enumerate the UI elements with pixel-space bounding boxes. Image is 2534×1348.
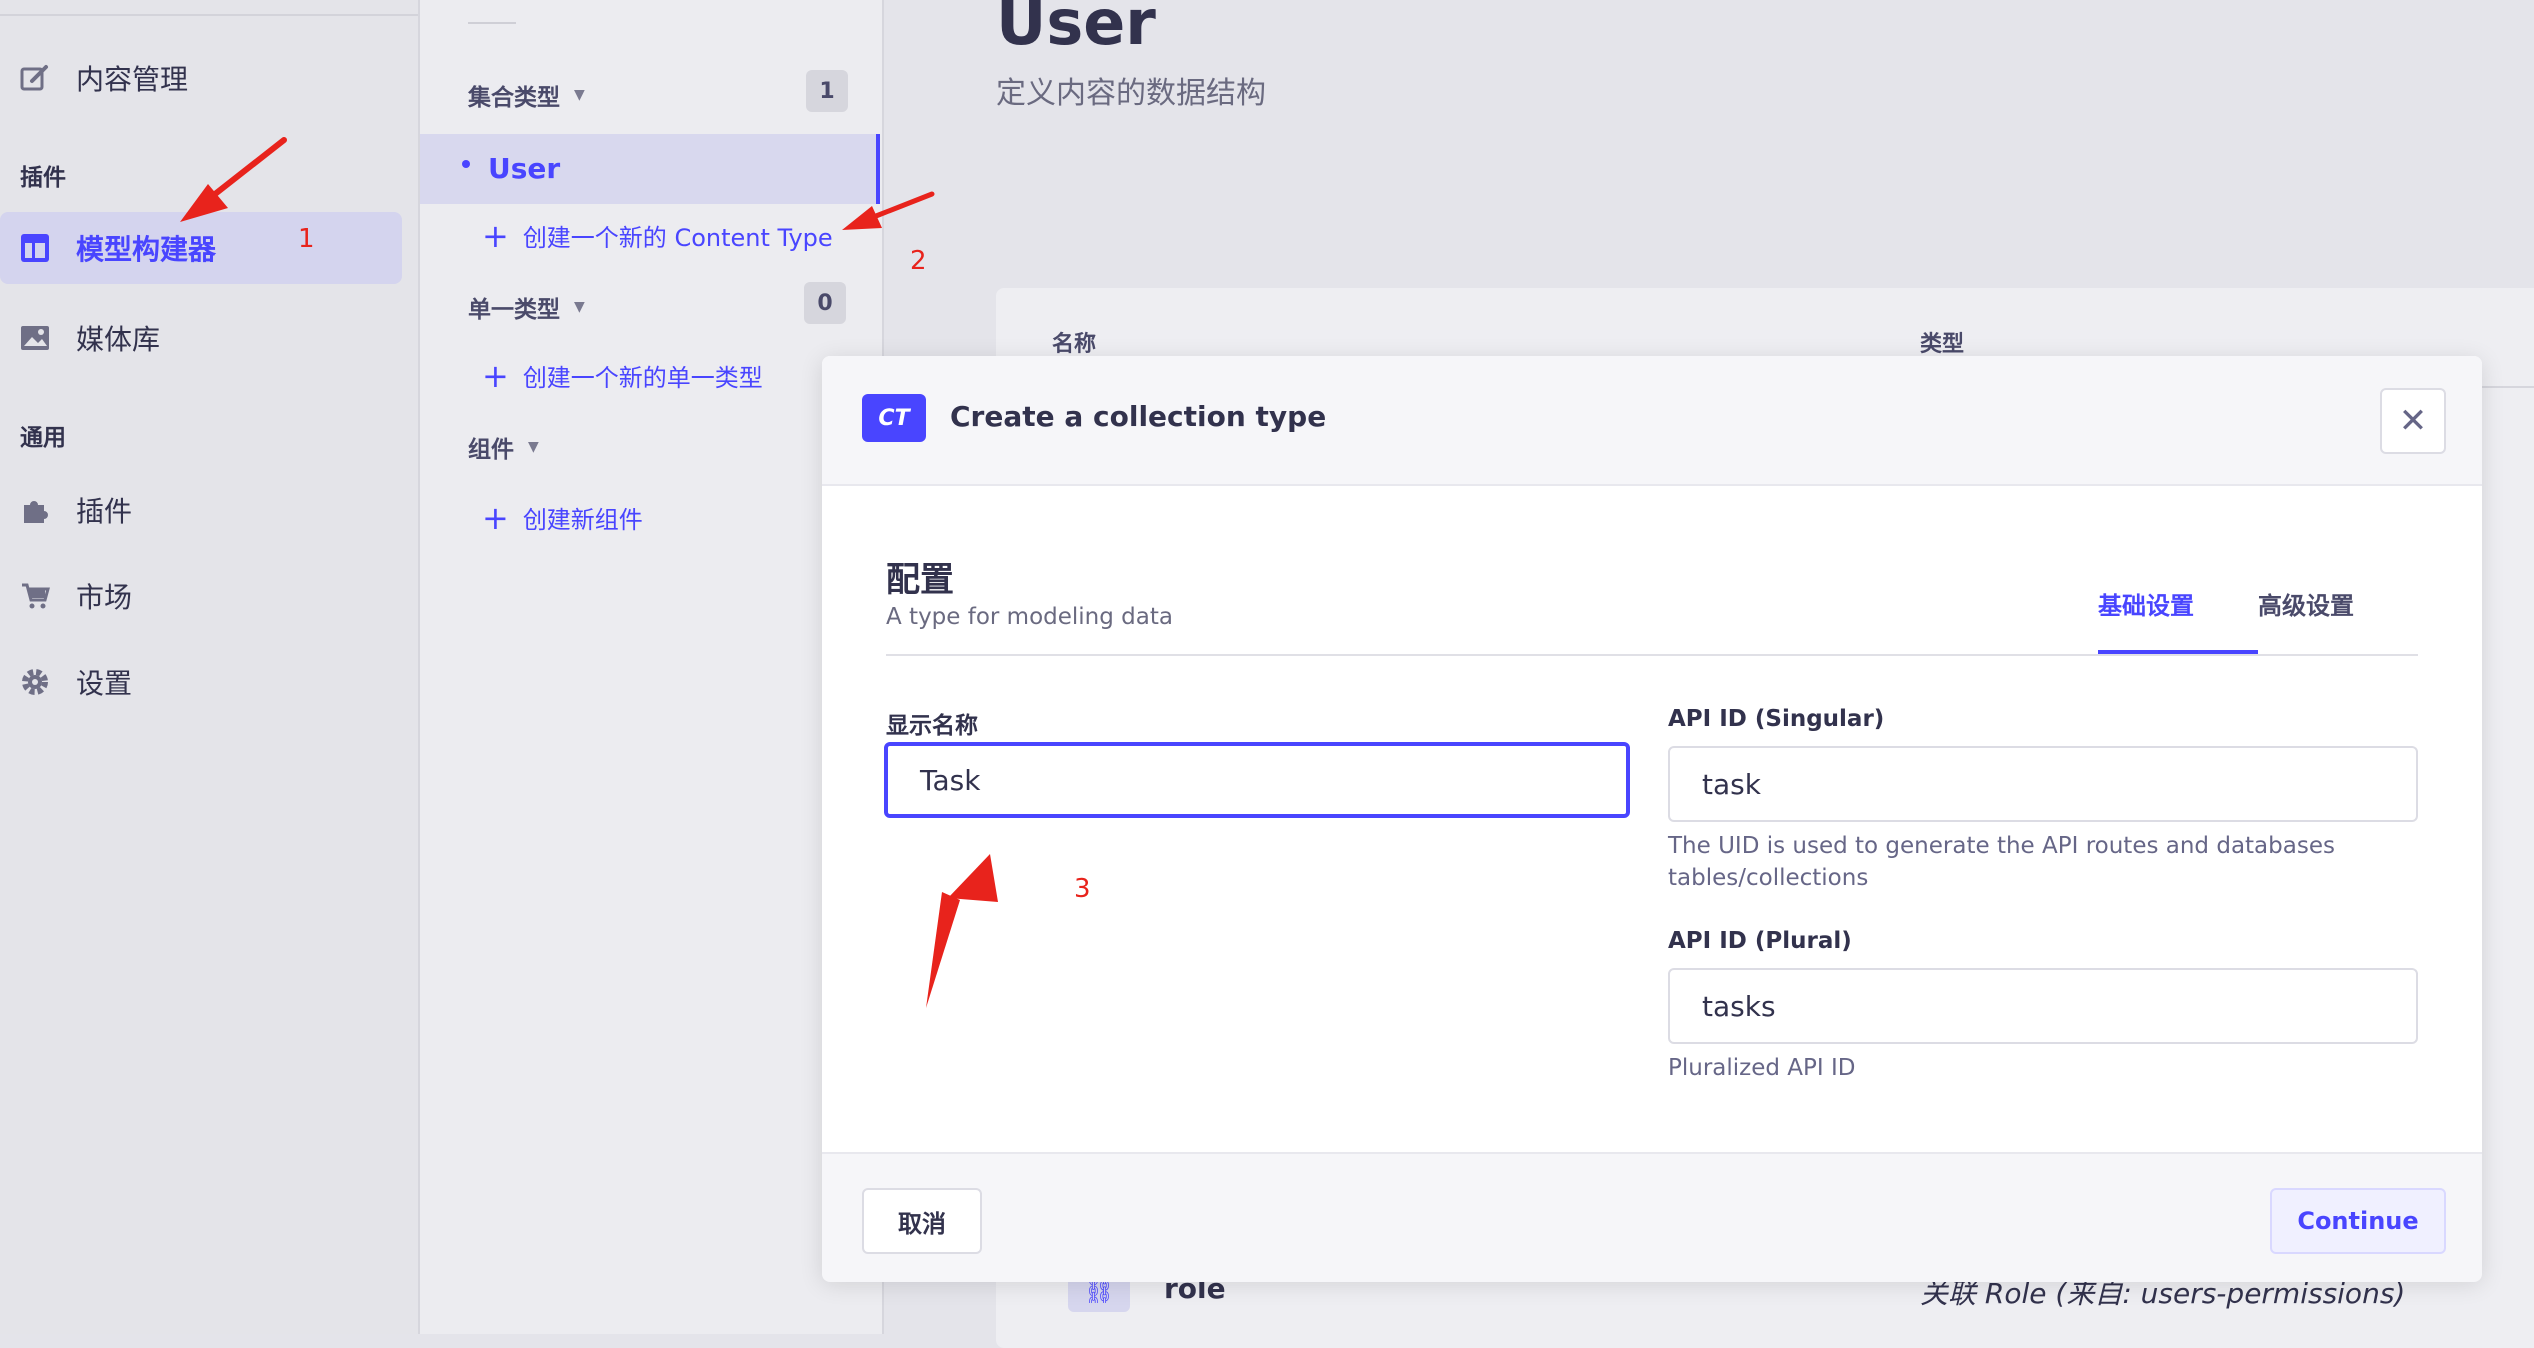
annotation-arrow-2 [842,191,935,230]
annotation-arrow-1 [180,137,287,222]
annotation-arrows [180,137,998,1008]
annotation-arrow-3 [926,854,998,1008]
